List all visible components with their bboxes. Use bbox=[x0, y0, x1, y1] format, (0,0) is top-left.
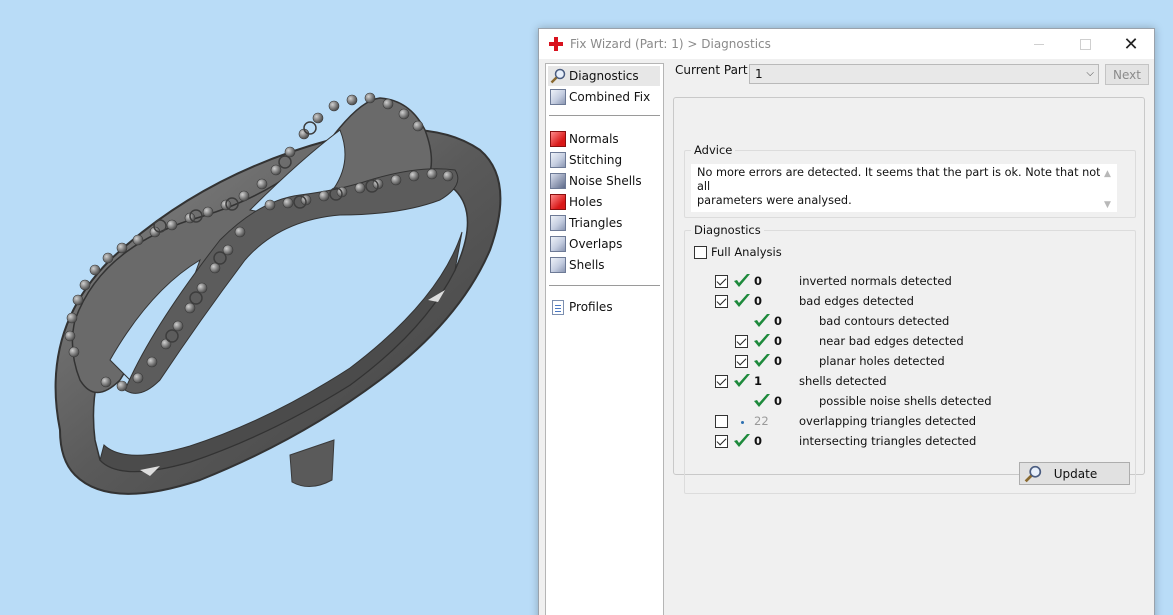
document-icon bbox=[552, 299, 564, 315]
bad-edges-count: 0 bbox=[754, 294, 763, 308]
shells-label: shells detected bbox=[799, 374, 887, 388]
nav-item-triangles[interactable]: Triangles bbox=[548, 213, 660, 233]
current-part-label: Current Part: bbox=[675, 63, 752, 77]
nav-label: Profiles bbox=[569, 300, 613, 314]
nav-label: Combined Fix bbox=[569, 90, 651, 104]
diagnostics-group: Diagnostics Full Analysis 0 inverted nor… bbox=[684, 223, 1136, 494]
near-bad-edges-checkbox[interactable] bbox=[735, 335, 748, 348]
magnifier-icon bbox=[1024, 465, 1042, 482]
3d-viewport[interactable] bbox=[0, 0, 540, 615]
advice-text-box[interactable]: No more errors are detected. It seems th… bbox=[691, 164, 1117, 212]
current-part-value: 1 bbox=[755, 67, 763, 81]
close-button[interactable]: ✕ bbox=[1108, 29, 1154, 59]
nav-label: Holes bbox=[569, 195, 603, 209]
intersecting-triangles-checkbox[interactable] bbox=[715, 435, 728, 448]
next-button-label: Next bbox=[1113, 67, 1141, 82]
nav-label: Stitching bbox=[569, 153, 623, 167]
advice-group: Advice No more errors are detected. It s… bbox=[684, 143, 1136, 218]
nav-item-stitching[interactable]: Stitching bbox=[548, 150, 660, 170]
noise-shells-label: possible noise shells detected bbox=[819, 394, 992, 408]
nav-item-diagnostics[interactable]: Diagnostics bbox=[548, 66, 660, 86]
nav-divider bbox=[549, 285, 660, 286]
advice-line-1: No more errors are detected. It seems th… bbox=[697, 166, 1101, 193]
green-check-icon bbox=[734, 434, 750, 447]
nav-label: Noise Shells bbox=[569, 174, 642, 188]
full-analysis-checkbox[interactable] bbox=[694, 246, 707, 259]
nav-item-noise-shells[interactable]: Noise Shells bbox=[548, 171, 660, 191]
nav-label: Overlaps bbox=[569, 237, 623, 251]
window-title: Fix Wizard (Part: 1) > Diagnostics bbox=[570, 37, 771, 51]
green-check-icon bbox=[734, 274, 750, 287]
diagnostics-panel: Advice No more errors are detected. It s… bbox=[673, 97, 1145, 494]
nav-item-shells[interactable]: Shells bbox=[548, 255, 660, 275]
scroll-down-icon[interactable]: ▼ bbox=[1104, 198, 1111, 212]
shells-cube-icon bbox=[550, 257, 566, 273]
normals-cube-icon bbox=[550, 131, 566, 147]
full-analysis-label: Full Analysis bbox=[711, 245, 782, 259]
green-check-icon bbox=[754, 314, 770, 327]
nav-label: Triangles bbox=[569, 216, 623, 230]
nav-label: Normals bbox=[569, 132, 619, 146]
fix-wizard-window: Fix Wizard (Part: 1) > Diagnostics ✕ Dia… bbox=[538, 28, 1155, 615]
nav-item-normals[interactable]: Normals bbox=[548, 129, 660, 149]
current-part-select[interactable]: 1 ⌵ bbox=[749, 64, 1099, 84]
overlapping-triangles-count: 22 bbox=[754, 414, 769, 428]
advice-title: Advice bbox=[691, 143, 736, 157]
bad-edges-checkbox[interactable] bbox=[715, 295, 728, 308]
inverted-normals-label: inverted normals detected bbox=[799, 274, 952, 288]
bullet-icon bbox=[741, 421, 744, 424]
nav-item-holes[interactable]: Holes bbox=[548, 192, 660, 212]
green-check-icon bbox=[734, 294, 750, 307]
green-check-icon bbox=[734, 374, 750, 387]
intersecting-triangles-count: 0 bbox=[754, 434, 763, 448]
inverted-normals-checkbox[interactable] bbox=[715, 275, 728, 288]
update-button[interactable]: Update bbox=[1019, 462, 1130, 485]
nav-item-profiles[interactable]: Profiles bbox=[548, 297, 660, 317]
title-bar[interactable]: Fix Wizard (Part: 1) > Diagnostics ✕ bbox=[539, 29, 1154, 59]
nav-divider bbox=[549, 115, 660, 116]
shells-count: 1 bbox=[754, 374, 763, 388]
cube-icon bbox=[550, 89, 566, 105]
scroll-up-icon[interactable]: ▲ bbox=[1104, 167, 1111, 181]
magnifier-icon bbox=[550, 68, 566, 84]
green-check-icon bbox=[754, 354, 770, 367]
inverted-normals-count: 0 bbox=[754, 274, 763, 288]
planar-holes-checkbox[interactable] bbox=[735, 355, 748, 368]
bad-contours-count: 0 bbox=[774, 314, 783, 328]
nav-label: Shells bbox=[569, 258, 605, 272]
wizard-nav: Diagnostics Combined Fix Normals Stitchi… bbox=[545, 63, 664, 615]
nav-item-overlaps[interactable]: Overlaps bbox=[548, 234, 660, 254]
nav-label: Diagnostics bbox=[569, 69, 639, 83]
near-bad-edges-count: 0 bbox=[774, 334, 783, 348]
shells-checkbox[interactable] bbox=[715, 375, 728, 388]
near-bad-edges-label: near bad edges detected bbox=[819, 334, 964, 348]
planar-holes-label: planar holes detected bbox=[819, 354, 945, 368]
stitching-cube-icon bbox=[550, 152, 566, 168]
overlaps-cube-icon bbox=[550, 236, 566, 252]
minimize-button[interactable] bbox=[1016, 29, 1062, 59]
advice-line-2: parameters were analysed. bbox=[697, 194, 852, 207]
planar-holes-count: 0 bbox=[774, 354, 783, 368]
advice-scrollbar[interactable]: ▲ ▼ bbox=[1100, 164, 1117, 212]
diagnostics-title: Diagnostics bbox=[691, 223, 764, 237]
update-button-label: Update bbox=[1053, 466, 1098, 481]
next-button[interactable]: Next bbox=[1105, 64, 1149, 85]
maximize-button[interactable] bbox=[1062, 29, 1108, 59]
triangles-cube-icon bbox=[550, 215, 566, 231]
holes-cube-icon bbox=[550, 194, 566, 210]
intersecting-triangles-label: intersecting triangles detected bbox=[799, 434, 977, 448]
chevron-down-icon: ⌵ bbox=[1086, 68, 1094, 79]
ring-model bbox=[54, 92, 502, 495]
red-cross-app-icon bbox=[549, 37, 563, 51]
green-check-icon bbox=[754, 334, 770, 347]
overlapping-triangles-label: overlapping triangles detected bbox=[799, 414, 977, 428]
noise-shells-count: 0 bbox=[774, 394, 783, 408]
bad-contours-label: bad contours detected bbox=[819, 314, 950, 328]
nav-item-combined-fix[interactable]: Combined Fix bbox=[548, 87, 660, 107]
noise-shells-icon bbox=[550, 173, 566, 189]
green-check-icon bbox=[754, 394, 770, 407]
bad-edges-label: bad edges detected bbox=[799, 294, 914, 308]
overlapping-triangles-checkbox[interactable] bbox=[715, 415, 728, 428]
